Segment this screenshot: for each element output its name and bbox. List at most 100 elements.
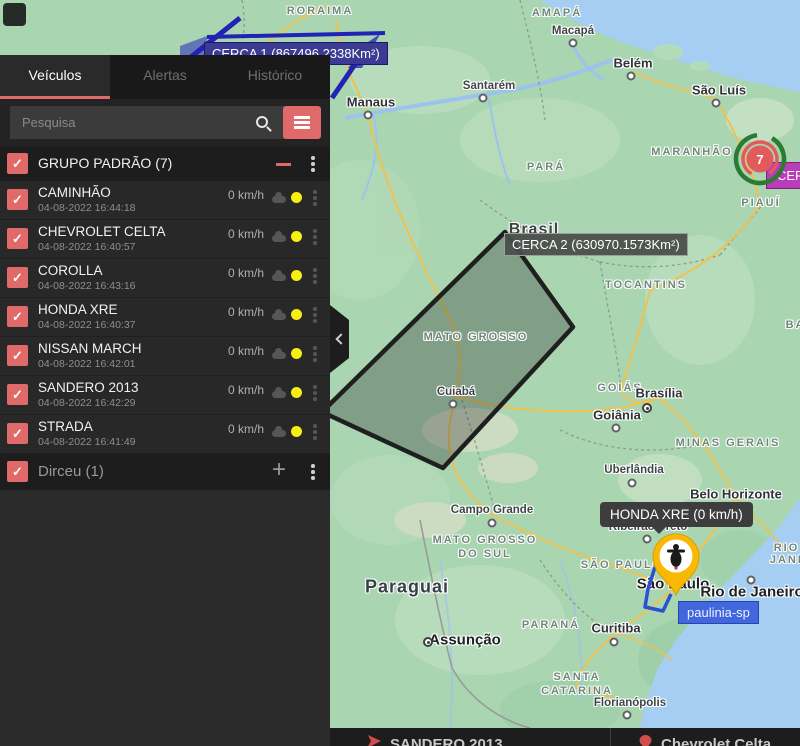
city-dot-icon [479,94,488,103]
map-label-santar-m: Santarém [463,80,515,92]
vehicle-row-sandero-2013[interactable]: SANDERO 2013 04-08-2022 16:42:29 0 km/h [0,376,330,415]
group-name: Dirceu (1) [38,454,104,490]
map-label-goi-nia: Goiânia [593,408,641,423]
map-label-santa: SANTA [553,671,600,683]
map-label-par-: PARÁ [527,161,565,173]
vehicle-row-chevrolet-celta[interactable]: CHEVROLET CELTA 04-08-2022 16:40:57 0 km… [0,220,330,259]
vehicle-timestamp: 04-08-2022 16:40:57 [38,241,136,253]
vehicle-checkbox[interactable] [7,306,28,327]
vehicle-menu-icon[interactable] [313,391,317,395]
status-dot [291,309,302,320]
status-dot [291,231,302,242]
engine-icon [272,352,286,359]
search-icon[interactable] [256,116,268,128]
group-menu-icon[interactable] [311,162,315,166]
map-label-uberl-ndia: Uberlândia [604,464,663,476]
engine-icon [272,391,286,398]
map-label-paraguai: Paraguai [365,577,449,598]
expand-group-icon[interactable]: + [272,456,286,484]
vehicle-row-nissan-march[interactable]: NISSAN MARCH 04-08-2022 16:42:01 0 km/h [0,337,330,376]
map-label-tocantins: TOCANTINS [605,279,687,291]
capital-icon [642,403,652,413]
map-label-bahia: BAHIA [786,319,800,331]
vehicle-menu-icon[interactable] [313,352,317,356]
vehicle-checkbox[interactable] [7,189,28,210]
cluster-marker[interactable]: 7 [726,125,794,193]
vehicle-timestamp: 04-08-2022 16:41:49 [38,436,136,448]
map-label-cuiab-: Cuiabá [437,386,475,398]
vehicle-name: HONDA XRE [38,302,118,317]
vehicle-name: COROLLA [38,263,103,278]
vehicle-checkbox[interactable] [7,423,28,444]
vehicle-pin[interactable] [640,525,710,620]
tab-alertas[interactable]: Alertas [110,55,220,96]
group-row-dirceu[interactable]: Dirceu (1) + [0,454,330,490]
vehicle-row-caminhao[interactable]: CAMINHÃO 04-08-2022 16:44:18 0 km/h [0,181,330,220]
vehicle-menu-icon[interactable] [313,313,317,317]
city-dot-icon [488,519,497,528]
city-dot-icon [610,638,619,647]
map-label-s-o-lu-s: São Luís [692,83,746,98]
vehicle-speed: 0 km/h [200,422,264,436]
search-input[interactable] [10,106,294,139]
hamburger-icon [294,116,310,119]
status-dot [291,348,302,359]
vehicle-checkbox[interactable] [7,228,28,249]
collapse-group-icon[interactable] [276,163,291,166]
vehicle-row-strada[interactable]: STRADA 04-08-2022 16:41:49 0 km/h [0,415,330,454]
vehicle-checkbox[interactable] [7,267,28,288]
vehicle-timestamp: 04-08-2022 16:42:01 [38,358,136,370]
city-dot-icon [449,400,458,409]
vehicle-name: NISSAN MARCH [38,341,142,356]
map-label-amap-: AMAPÁ [532,7,582,19]
map-label-mato-grosso: MATO GROSSO [433,534,538,546]
map-label-florian-polis: Florianópolis [594,697,666,709]
notification-item[interactable]: Chevrolet Celta [611,728,800,746]
map-label-piau-: PIAUÍ [741,197,780,209]
vehicle-menu-icon[interactable] [313,274,317,278]
map-label-catarina: CATARINA [541,685,613,697]
city-dot-icon [712,99,721,108]
map-label-do-sul: DO SUL [458,548,512,560]
tab-veiculos[interactable]: Veículos [0,55,110,99]
vehicle-checkbox[interactable] [7,384,28,405]
map-label-rio-d: RIO D [774,542,800,554]
map-label-janeir: JANEIR [770,554,800,566]
map-label-minas-gerais: MINAS GERAIS [676,437,781,449]
engine-icon [272,313,286,320]
city-dot-icon [747,576,756,585]
vehicle-name: STRADA [38,419,93,434]
vehicle-menu-icon[interactable] [313,196,317,200]
group-menu-icon[interactable] [311,470,315,474]
tab-historico[interactable]: Histórico [220,55,330,96]
map-label-manaus: Manaus [347,95,395,110]
group-checkbox[interactable] [7,153,28,174]
vehicle-row-corolla[interactable]: COROLLA 04-08-2022 16:43:16 0 km/h [0,259,330,298]
cluster-count: 7 [756,152,763,167]
vehicle-timestamp: 04-08-2022 16:43:16 [38,280,136,292]
vehicle-tooltip: HONDA XRE (0 km/h) [600,502,753,527]
notification-item[interactable]: SANDERO 2013 [330,728,610,746]
vehicle-speed: 0 km/h [200,305,264,319]
map-control-button[interactable] [3,3,26,26]
vehicle-timestamp: 04-08-2022 16:40:37 [38,319,136,331]
engine-icon [272,430,286,437]
vehicle-speed: 0 km/h [200,266,264,280]
capital-icon [423,637,433,647]
vehicle-name: SANDERO 2013 [38,380,139,395]
map-label-bel-m: Belém [613,56,652,71]
vehicle-speed: 0 km/h [200,188,264,202]
vehicle-menu-icon[interactable] [313,430,317,434]
vehicle-checkbox[interactable] [7,345,28,366]
filter-menu-button[interactable] [283,106,321,139]
app-root: { "sidebar": { "tabs": [ {"label": "Veíc… [0,0,800,746]
map-label-paran-: PARANÁ [522,619,580,631]
group-row-padrao[interactable]: GRUPO PADRÃO (7) [0,146,330,181]
notification-label: SANDERO 2013 [390,736,503,746]
chevron-left-icon [335,333,346,344]
group-checkbox[interactable] [7,461,28,482]
vehicle-menu-icon[interactable] [313,235,317,239]
vehicle-row-honda-xre[interactable]: HONDA XRE 04-08-2022 16:40:37 0 km/h [0,298,330,337]
sidebar: Veículos Alertas Histórico GRUPO PADRÃO … [0,55,330,746]
group-name: GRUPO PADRÃO (7) [38,146,172,181]
